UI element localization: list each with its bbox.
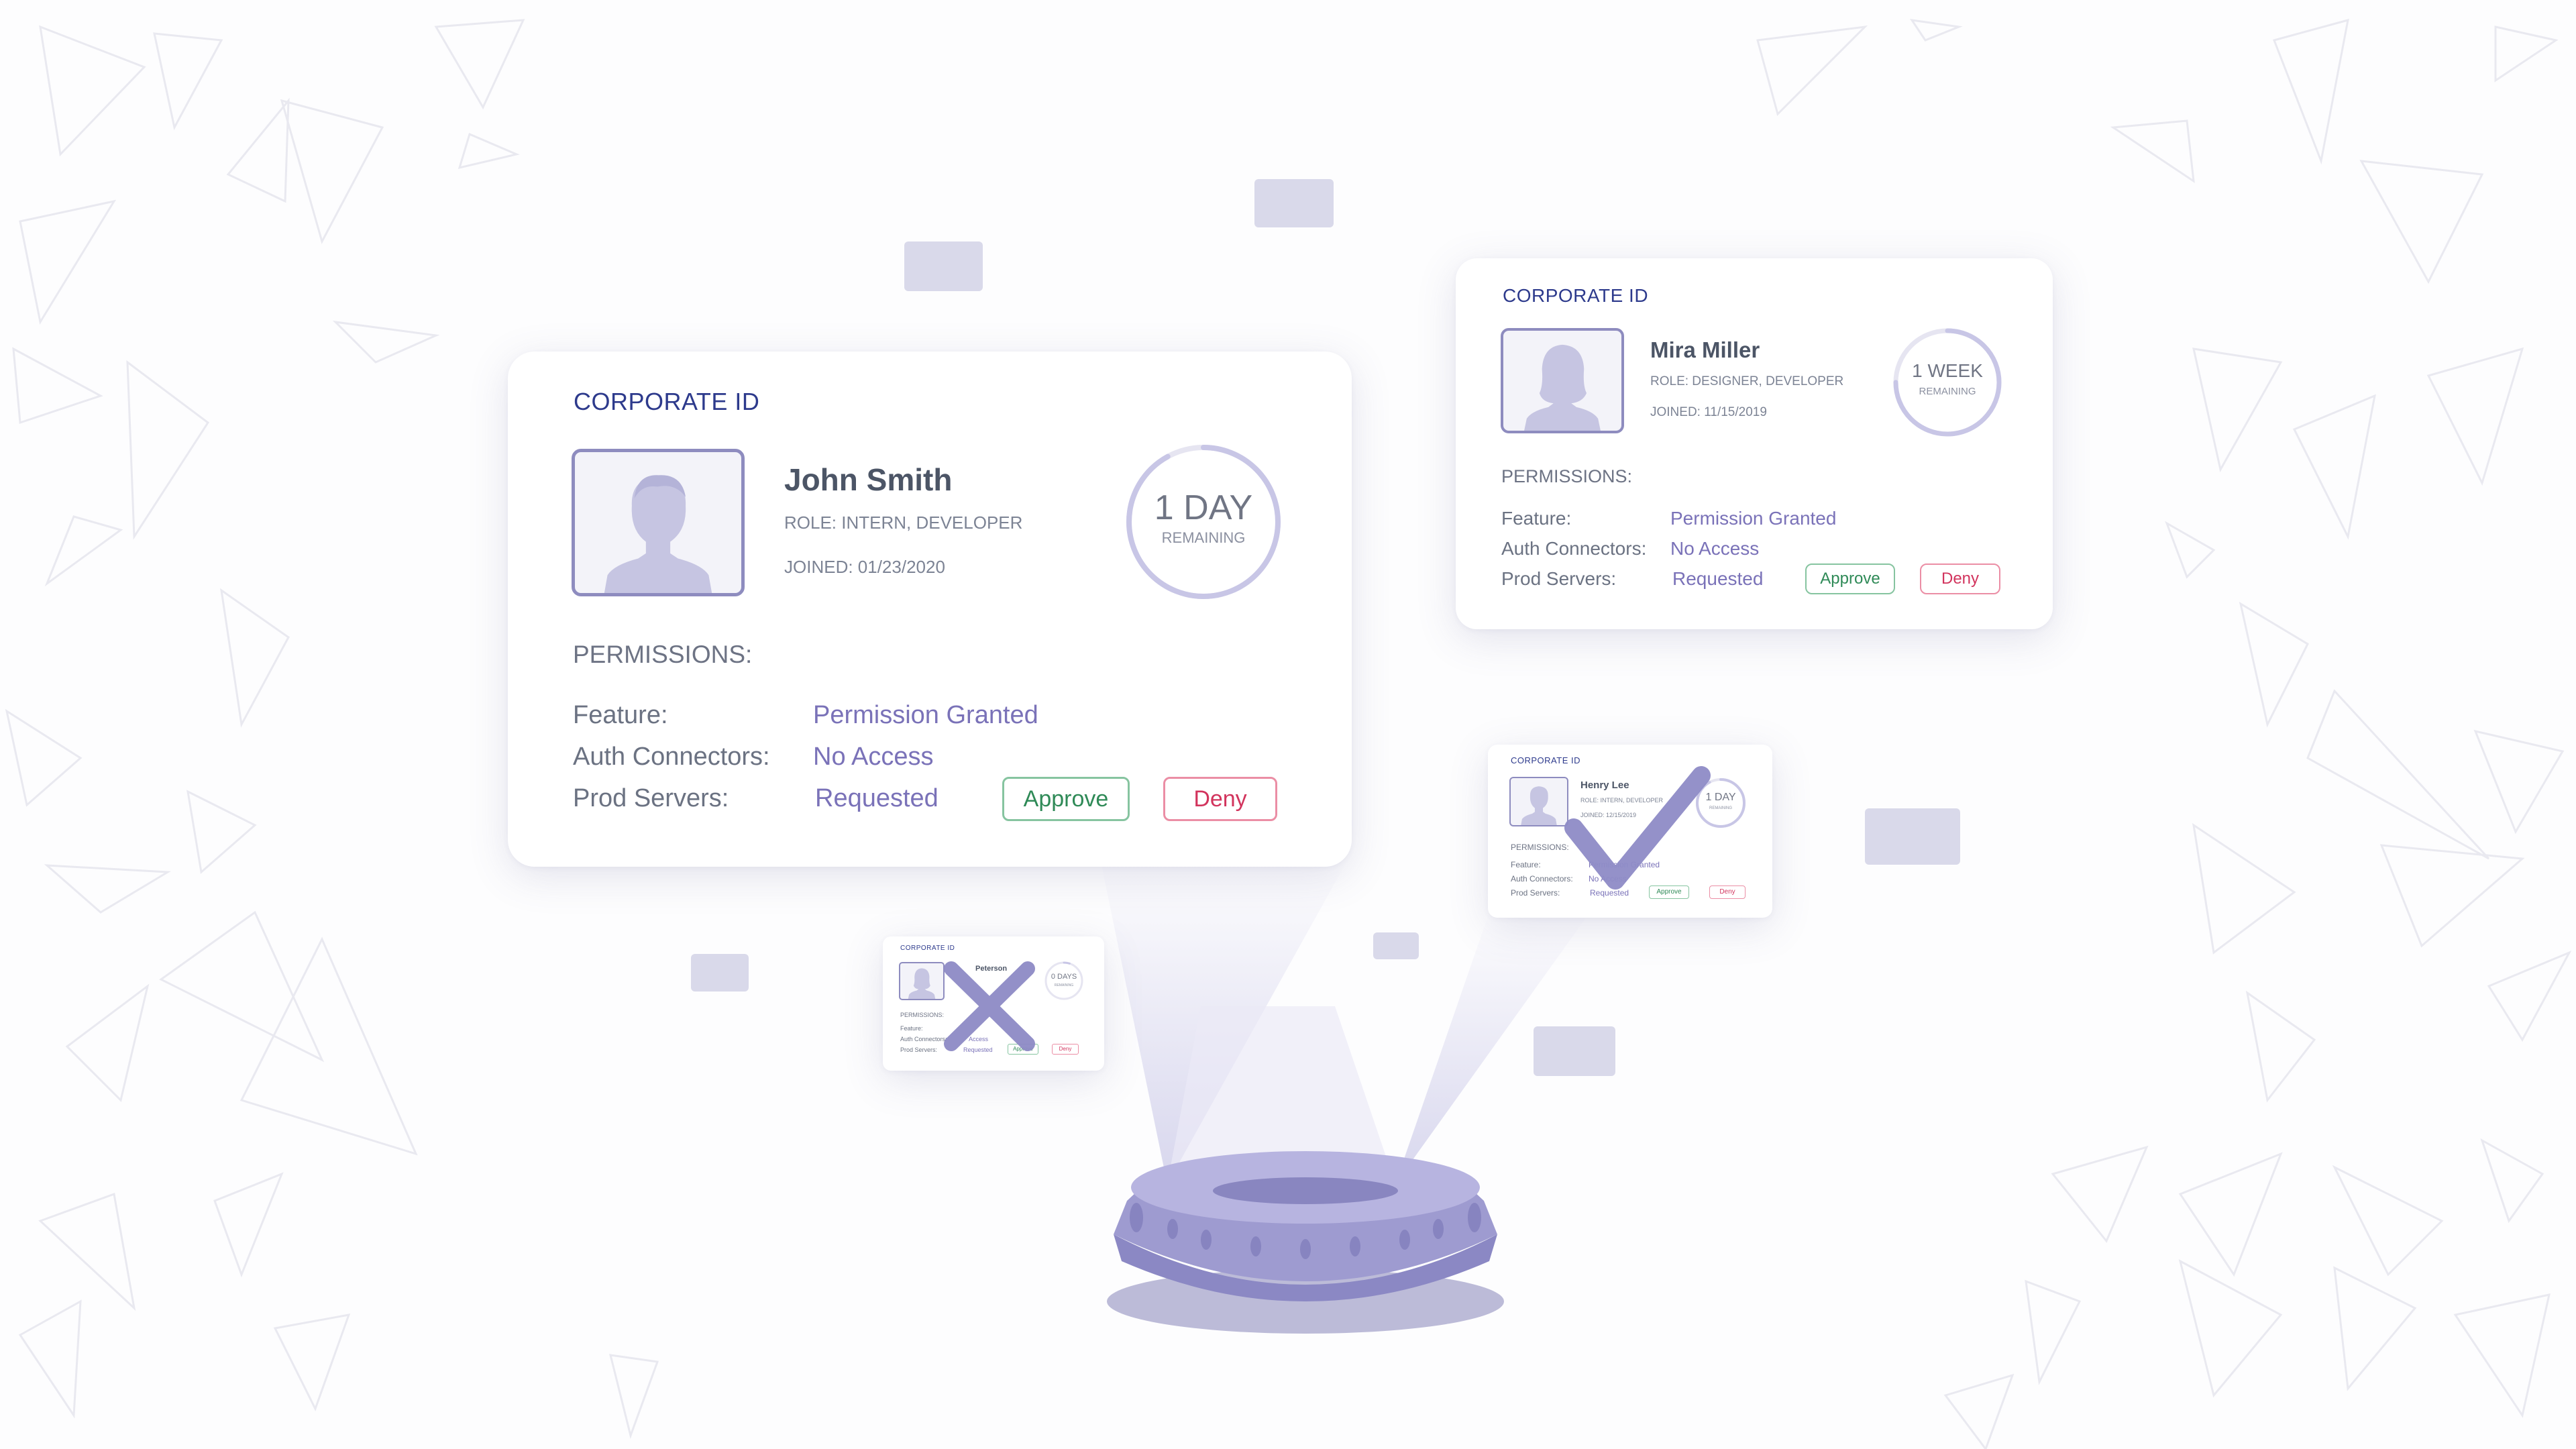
permission-label-auth-connectors: Auth Connectors: (1501, 538, 1647, 559)
corporate-id-card-approved: CORPORATE ID Henry Lee ROLE: INTERN, DEV… (1488, 745, 1772, 918)
permissions-heading: PERMISSIONS: (573, 641, 753, 668)
permission-label-auth-connectors: Auth Connectors: (573, 743, 770, 771)
approve-button[interactable]: Approve (1002, 777, 1130, 821)
employee-joined-date: JOINED: 01/23/2020 (784, 557, 945, 577)
countdown-ring: 1 WEEK REMAINING (1892, 327, 2003, 438)
permission-label-feature: Feature: (1501, 508, 1572, 529)
permission-value-auth-connectors: No Access (813, 743, 934, 771)
x-mark-icon (944, 961, 1035, 1051)
avatar (1501, 328, 1624, 433)
countdown-label: REMAINING (1919, 386, 1976, 397)
male-avatar-icon (604, 475, 712, 593)
corporate-id-card-main: CORPORATE ID John Smith ROLE: INTERN, DE… (508, 352, 1352, 867)
approve-button[interactable]: Approve (1805, 564, 1895, 594)
deny-button[interactable]: Deny (1920, 564, 2000, 594)
permissions-heading: PERMISSIONS: (1501, 466, 1633, 486)
corporate-id-card-denied: CORPORATE ID Peterson 0 DAYS REMAINING P… (883, 936, 1104, 1071)
deny-button[interactable]: Deny (1163, 777, 1277, 821)
countdown-value: 1 DAY (1154, 488, 1253, 527)
permission-label-prod-servers: Prod Servers: (1501, 568, 1617, 589)
employee-joined-date: JOINED: 11/15/2019 (1650, 405, 1767, 419)
permission-value-auth-connectors: No Access (1670, 538, 1760, 559)
permission-value-prod-servers: Requested (1672, 568, 1764, 589)
employee-name: John Smith (784, 462, 953, 497)
employee-role: ROLE: INTERN, DEVELOPER (784, 513, 1023, 533)
permission-label-prod-servers: Prod Servers: (573, 784, 729, 812)
countdown-ring: 1 DAY REMAINING (1124, 442, 1283, 602)
card-title: CORPORATE ID (574, 388, 760, 415)
permission-value-feature: Permission Granted (813, 701, 1038, 729)
card-title: CORPORATE ID (1503, 285, 1649, 306)
checkmark-icon (1564, 766, 1711, 890)
countdown-label: REMAINING (1161, 529, 1246, 546)
permission-value-feature: Permission Granted (1670, 508, 1837, 529)
avatar (572, 449, 745, 596)
countdown-value: 1 WEEK (1912, 360, 1983, 381)
employee-name: Mira Miller (1650, 337, 1760, 362)
female-avatar-icon (1524, 344, 1601, 431)
permission-value-prod-servers: Requested (815, 784, 938, 812)
corporate-id-card-secondary: CORPORATE ID Mira Miller ROLE: DESIGNER,… (1456, 258, 2053, 629)
employee-role: ROLE: DESIGNER, DEVELOPER (1650, 374, 1844, 388)
permission-label-feature: Feature: (573, 701, 668, 729)
